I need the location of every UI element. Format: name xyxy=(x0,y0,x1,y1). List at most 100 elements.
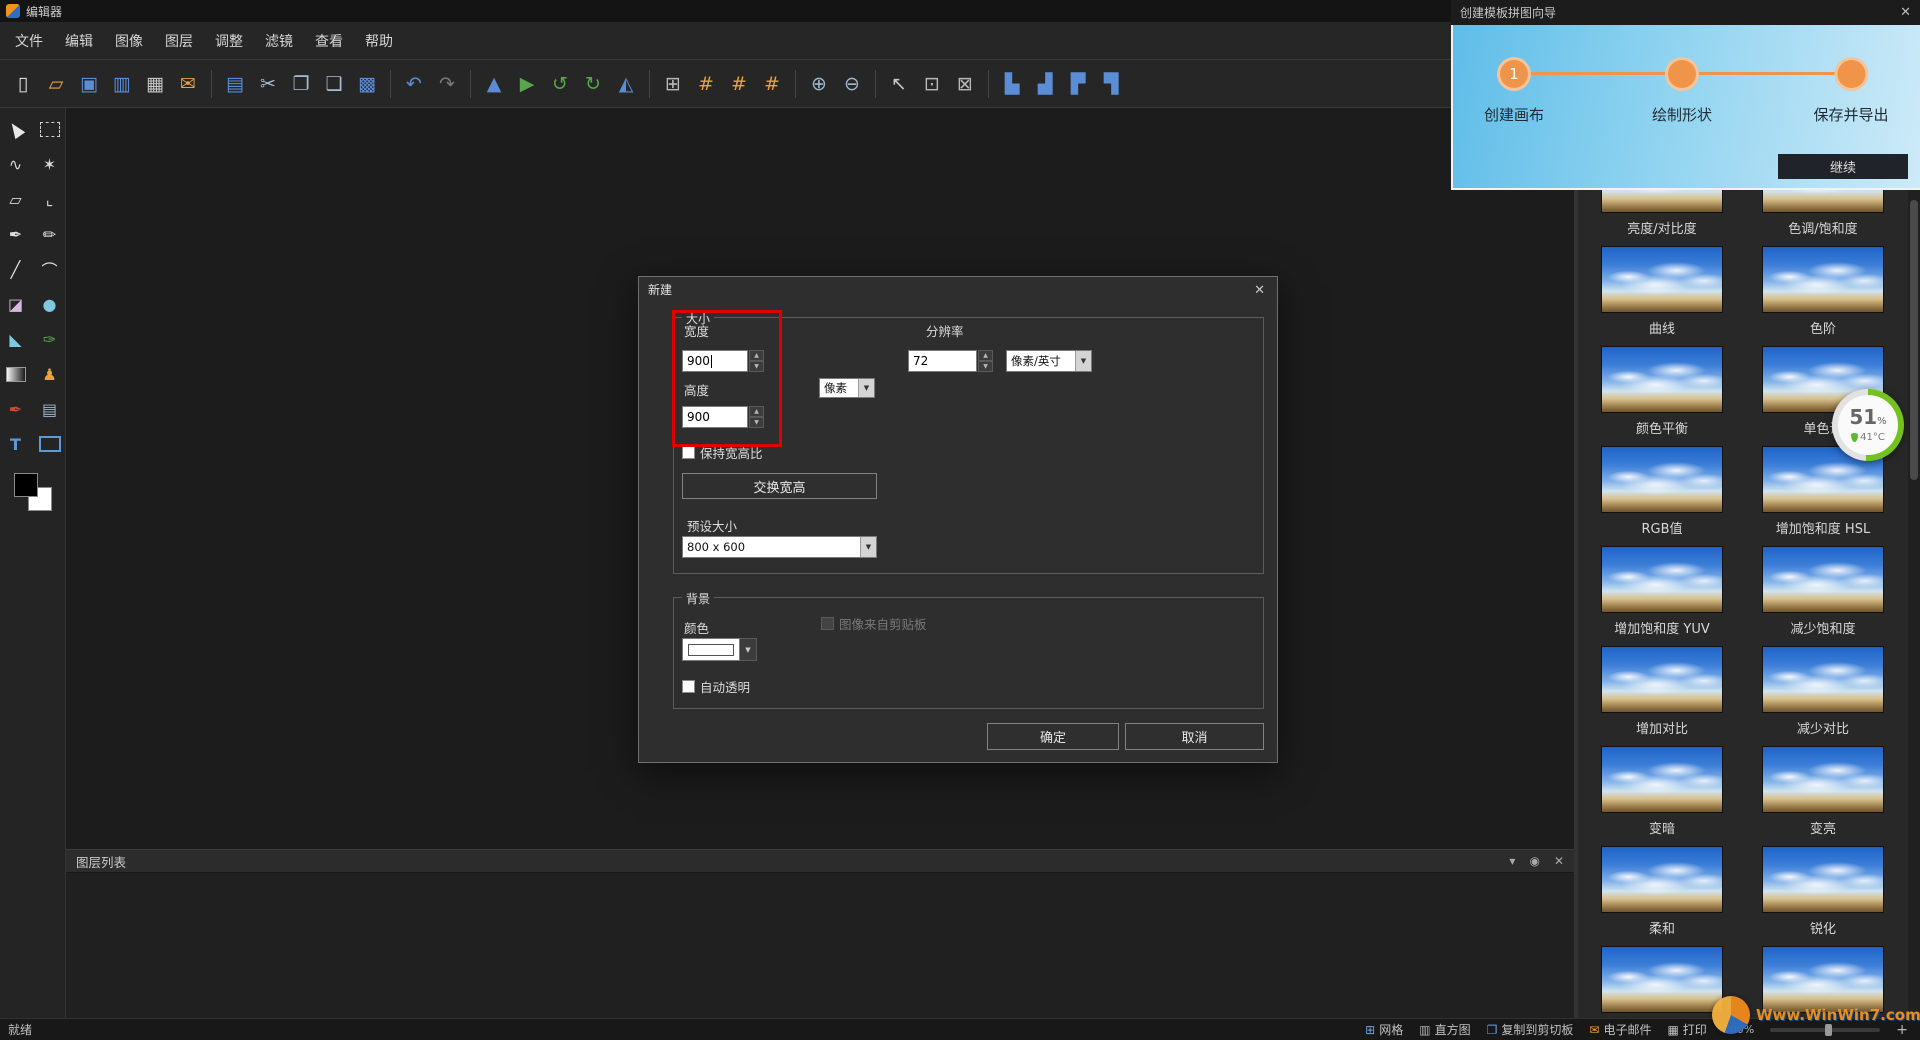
adjustment-preset-thumbnail[interactable] xyxy=(1601,246,1723,313)
cut-icon[interactable]: ✂ xyxy=(253,69,283,99)
dialog-titlebar[interactable]: 新建 ✕ xyxy=(639,277,1277,301)
status-item-grid[interactable]: ⊞网格 xyxy=(1365,1021,1403,1038)
foreground-color-swatch[interactable] xyxy=(14,473,38,497)
grid-small-icon[interactable]: # xyxy=(691,69,721,99)
line-tool[interactable]: ╱ xyxy=(3,256,29,282)
fill-tool[interactable]: ◣ xyxy=(3,326,29,352)
adjustment-preset-cell[interactable]: 锐化 xyxy=(1762,846,1884,946)
adjustment-preset-cell[interactable]: 增加对比 xyxy=(1601,646,1723,746)
checkbox-box[interactable] xyxy=(682,680,695,693)
adjustment-preset-cell[interactable]: 色阶 xyxy=(1762,246,1884,346)
adjustment-preset-thumbnail[interactable] xyxy=(1601,646,1723,713)
adjustment-preset-thumbnail[interactable] xyxy=(1762,246,1884,313)
rotate-left-icon[interactable]: ↺ xyxy=(545,69,575,99)
email-icon[interactable]: ✉ xyxy=(173,69,203,99)
paste-as-new-icon[interactable]: ▤ xyxy=(220,69,250,99)
pointer-icon[interactable]: ↖ xyxy=(884,69,914,99)
width-spinner[interactable]: ▲ ▼ xyxy=(749,350,764,372)
spin-up-icon[interactable]: ▲ xyxy=(749,406,764,417)
adjustment-preset-thumbnail[interactable] xyxy=(1762,746,1884,813)
blur-tool[interactable]: ● xyxy=(37,291,63,317)
free-rotate-icon[interactable]: ◭ xyxy=(611,69,641,99)
close-icon[interactable]: ✕ xyxy=(1254,281,1277,298)
auto-transparent-checkbox[interactable]: 自动透明 xyxy=(682,677,750,696)
resolution-input[interactable]: 72 xyxy=(908,350,977,372)
adjustment-preset-cell[interactable]: 增加饱和度 YUV xyxy=(1601,546,1723,646)
paste-icon[interactable]: ❑ xyxy=(319,69,349,99)
marquee-tool[interactable] xyxy=(37,116,63,142)
duplicate-icon[interactable]: ▩ xyxy=(352,69,382,99)
color-picker-tool[interactable]: ✑ xyxy=(37,326,63,352)
scrollbar-thumb[interactable] xyxy=(1910,200,1918,480)
redo-icon[interactable]: ↷ xyxy=(432,69,462,99)
grid-large-icon[interactable]: # xyxy=(757,69,787,99)
adjustment-preset-cell[interactable]: 变暗 xyxy=(1601,746,1723,846)
status-item-print[interactable]: ▦打印 xyxy=(1667,1021,1706,1038)
rotate-right-icon[interactable]: ↻ xyxy=(578,69,608,99)
status-item-copy-to-clipboard[interactable]: ❐复制到剪切板 xyxy=(1487,1021,1574,1038)
copy-icon[interactable]: ❐ xyxy=(286,69,316,99)
spin-down-icon[interactable]: ▼ xyxy=(749,417,764,428)
red-brush-tool[interactable]: ✒ xyxy=(3,396,29,422)
adjustment-preset-thumbnail[interactable] xyxy=(1762,646,1884,713)
checkbox-box[interactable] xyxy=(682,446,695,459)
adjustment-preset-cell[interactable]: 颜色平衡 xyxy=(1601,346,1723,446)
brush-tool[interactable]: ✒ xyxy=(3,221,29,247)
menu-item-调整[interactable]: 调整 xyxy=(204,27,254,55)
curve-tool[interactable]: ⌒ xyxy=(37,256,63,282)
adjustment-preset-cell[interactable]: RGB值 xyxy=(1601,446,1723,546)
adjustment-preset-thumbnail[interactable] xyxy=(1601,546,1723,613)
eraser-tool[interactable]: ◪ xyxy=(3,291,29,317)
color-swatches[interactable] xyxy=(12,473,54,515)
pencil-tool[interactable]: ✏ xyxy=(37,221,63,247)
align-top-icon[interactable]: ▛ xyxy=(1063,69,1093,99)
status-item-email[interactable]: ✉电子邮件 xyxy=(1589,1021,1651,1038)
chevron-down-icon[interactable]: ▼ xyxy=(860,537,876,557)
print-icon[interactable]: ▦ xyxy=(140,69,170,99)
height-input[interactable]: 900 xyxy=(682,406,748,428)
spin-down-icon[interactable]: ▼ xyxy=(978,361,993,372)
magic-wand-tool[interactable]: ✶ xyxy=(37,151,63,177)
wizard-step1-circle[interactable]: 1 xyxy=(1497,57,1531,91)
close-icon[interactable]: ✕ xyxy=(1554,854,1564,868)
chevron-down-icon[interactable]: ▼ xyxy=(858,379,874,397)
adjustment-preset-thumbnail[interactable] xyxy=(1601,746,1723,813)
adjustment-preset-cell[interactable]: 变亮 xyxy=(1762,746,1884,846)
spin-up-icon[interactable]: ▲ xyxy=(978,350,993,361)
adjustment-preset-cell[interactable]: 减少对比 xyxy=(1762,646,1884,746)
adjustment-preset-thumbnail[interactable] xyxy=(1601,346,1723,413)
crop-selection-icon[interactable]: ⊡ xyxy=(917,69,947,99)
continue-button[interactable]: 继续 xyxy=(1778,154,1908,179)
adjustment-preset-cell[interactable]: 曲线 xyxy=(1601,246,1723,346)
new-file-icon[interactable]: ▯ xyxy=(8,69,38,99)
wizard-step3-circle[interactable] xyxy=(1834,57,1868,91)
align-right-icon[interactable]: ▟ xyxy=(1030,69,1060,99)
crop-tool[interactable]: ⌞ xyxy=(37,186,63,212)
clone-stamp-tool[interactable]: ♟ xyxy=(37,361,63,387)
background-color-dropdown[interactable]: ▼ xyxy=(682,638,757,661)
resolution-unit-dropdown[interactable]: 像素/英寸 ▼ xyxy=(1006,350,1092,372)
system-monitor-badge[interactable]: 51% 41°C xyxy=(1832,389,1904,461)
align-bottom-icon[interactable]: ▜ xyxy=(1096,69,1126,99)
flip-vertical-icon[interactable]: ▶ xyxy=(512,69,542,99)
zoom-out-icon[interactable]: ⊖ xyxy=(837,69,867,99)
wizard-step2-circle[interactable] xyxy=(1665,57,1699,91)
open-folder-icon[interactable]: ▱ xyxy=(41,69,71,99)
width-input[interactable]: 900 xyxy=(682,350,748,372)
menu-item-图像[interactable]: 图像 xyxy=(104,27,154,55)
align-left-icon[interactable]: ▙ xyxy=(997,69,1027,99)
adjustment-preset-cell[interactable] xyxy=(1601,946,1723,1018)
rect-tool[interactable] xyxy=(37,431,63,457)
ok-button[interactable]: 确定 xyxy=(987,723,1119,750)
status-item-histogram[interactable]: ▥直方图 xyxy=(1419,1021,1470,1038)
adjustment-preset-cell[interactable]: 增加饱和度 HSL xyxy=(1762,446,1884,546)
height-spinner[interactable]: ▲ ▼ xyxy=(749,406,764,428)
lasso-tool[interactable]: ∿ xyxy=(3,151,29,177)
resolution-spinner[interactable]: ▲ ▼ xyxy=(978,350,993,372)
menu-item-查看[interactable]: 查看 xyxy=(304,27,354,55)
undo-icon[interactable]: ↶ xyxy=(399,69,429,99)
adjustment-preset-cell[interactable]: 减少饱和度 xyxy=(1762,546,1884,646)
polygon-select-tool[interactable]: ▱ xyxy=(3,186,29,212)
preset-size-dropdown[interactable]: 800 x 600 ▼ xyxy=(682,536,877,558)
grid-icon[interactable]: ⊞ xyxy=(658,69,688,99)
